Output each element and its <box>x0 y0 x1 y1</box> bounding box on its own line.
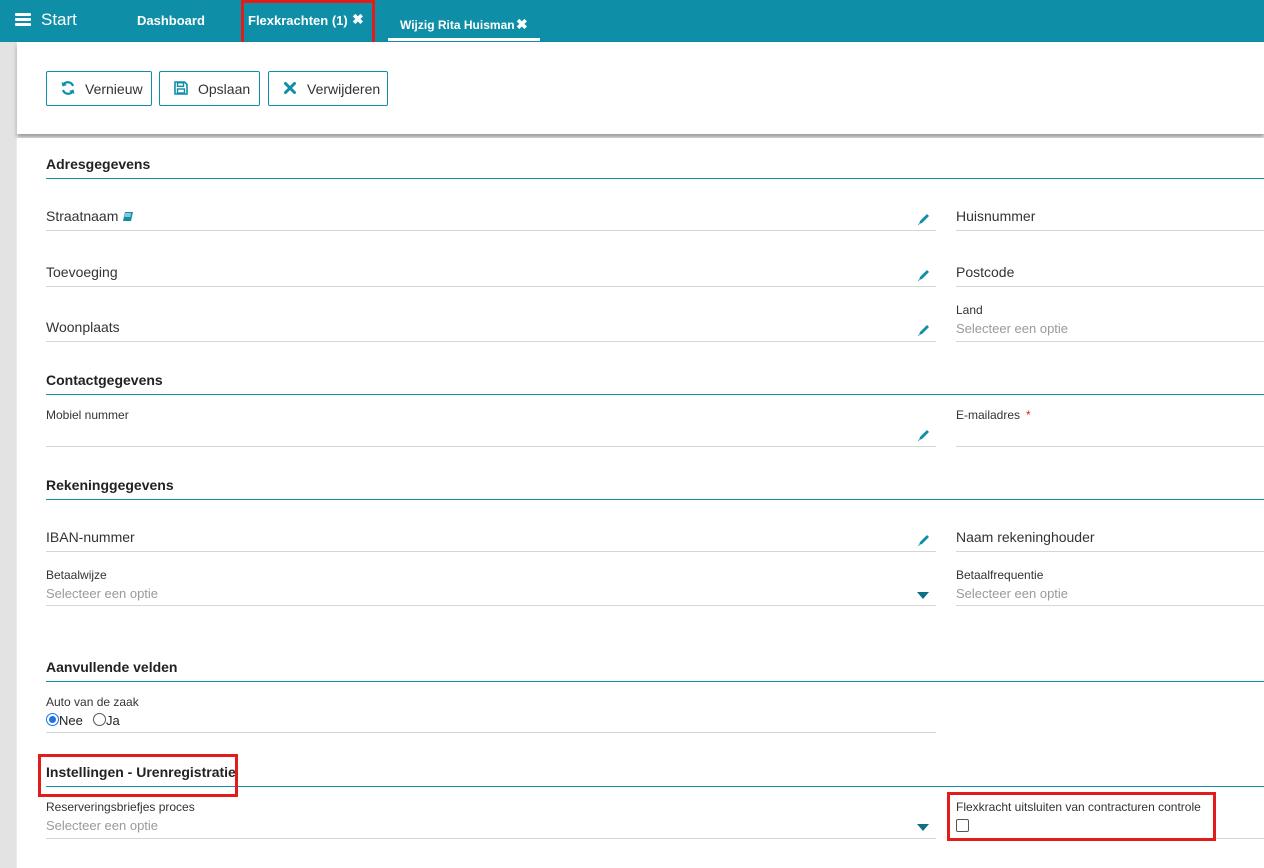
radio-ja[interactable] <box>93 713 106 726</box>
section-divider <box>46 499 1264 500</box>
postcode-underline <box>956 286 1264 287</box>
section-title-adresgegevens: Adresgegevens <box>46 156 151 172</box>
uitsluiten-underline <box>956 838 1264 839</box>
left-gutter <box>0 42 16 868</box>
betaalfrequentie-underline <box>956 605 1264 606</box>
betaalwijze-label: Betaalwijze <box>46 568 107 582</box>
email-underline <box>956 446 1264 447</box>
save-button[interactable]: Opslaan <box>159 71 260 106</box>
radio-nee-label: Nee <box>59 713 83 728</box>
refresh-button[interactable]: Vernieuw <box>46 71 152 106</box>
top-navigation-bar: Start Dashboard Flexkrachten (1) ✖ Wijzi… <box>0 0 1264 42</box>
radio-nee[interactable] <box>46 713 59 726</box>
huisnummer-underline <box>956 230 1264 231</box>
betaalwijze-select[interactable]: Selecteer een optie <box>46 586 158 601</box>
tab-flexkrachten[interactable]: Flexkrachten (1) ✖ <box>248 0 368 42</box>
book-icon[interactable] <box>122 211 134 222</box>
betaalwijze-underline <box>46 605 936 606</box>
tab-wijzig-label: Wijzig Rita Huisman <box>400 18 515 32</box>
section-divider <box>46 394 1264 395</box>
section-divider <box>46 681 1264 682</box>
land-select[interactable]: Selecteer een optie <box>956 321 1068 336</box>
section-title-aanvullende-velden: Aanvullende velden <box>46 659 178 675</box>
email-label-text: E-mailadres <box>956 408 1021 422</box>
tab-dashboard-label: Dashboard <box>137 13 205 28</box>
tab-dashboard[interactable]: Dashboard <box>137 0 207 42</box>
section-title-contactgegevens: Contactgegevens <box>46 372 163 388</box>
pencil-icon[interactable] <box>917 323 931 337</box>
close-icon <box>284 82 296 94</box>
naam-rekeninghouder-label[interactable]: Naam rekeninghouder <box>956 529 1095 545</box>
iban-underline <box>46 551 936 552</box>
tab-wijzig-rita-huisman[interactable]: Wijzig Rita Huisman ✖ <box>388 0 540 42</box>
mobiel-underline <box>46 446 936 447</box>
reserveringsbriefjes-underline <box>46 838 936 839</box>
land-underline <box>956 341 1264 342</box>
save-icon <box>174 81 188 95</box>
delete-button-label: Verwijderen <box>307 81 381 97</box>
straatnaam-field[interactable]: Straatnaam <box>46 208 134 224</box>
action-toolbar: Vernieuw Opslaan Verwijderen <box>17 42 1264 134</box>
active-tab-indicator <box>388 38 540 41</box>
close-icon[interactable]: ✖ <box>516 16 528 33</box>
iban-label[interactable]: IBAN-nummer <box>46 529 135 545</box>
section-title-instellingen-urenregistratie: Instellingen - Urenregistratie <box>46 764 236 780</box>
toevoeging-underline <box>46 286 936 287</box>
radio-ja-label: Ja <box>106 713 120 728</box>
delete-button[interactable]: Verwijderen <box>268 71 388 106</box>
straatnaam-label: Straatnaam <box>46 208 119 224</box>
section-title-rekeninggegevens: Rekeninggegevens <box>46 477 174 493</box>
naam-rekeninghouder-underline <box>956 551 1264 552</box>
reserveringsbriefjes-select[interactable]: Selecteer een optie <box>46 818 158 833</box>
postcode-label[interactable]: Postcode <box>956 264 1014 280</box>
close-icon[interactable]: ✖ <box>352 11 364 28</box>
form-panel <box>17 138 1264 868</box>
pencil-icon[interactable] <box>917 212 931 226</box>
auto-van-de-zaak-label: Auto van de zaak <box>46 695 139 709</box>
straatnaam-underline <box>46 230 936 231</box>
email-input[interactable] <box>956 424 1264 444</box>
land-label: Land <box>956 303 983 317</box>
pencil-icon[interactable] <box>917 428 931 442</box>
mobiel-nummer-label: Mobiel nummer <box>46 408 129 422</box>
uitsluiten-contracturen-checkbox[interactable] <box>956 819 969 832</box>
start-menu-label: Start <box>41 10 77 29</box>
hamburger-icon <box>15 13 31 27</box>
pencil-icon[interactable] <box>917 268 931 282</box>
section-divider <box>46 178 1264 179</box>
refresh-button-label: Vernieuw <box>85 81 143 97</box>
chevron-down-icon[interactable] <box>917 592 929 599</box>
start-menu-button[interactable]: Start <box>15 10 85 31</box>
save-button-label: Opslaan <box>198 81 251 97</box>
mobiel-nummer-input[interactable] <box>46 424 906 444</box>
chevron-down-icon[interactable] <box>917 824 929 831</box>
huisnummer-label[interactable]: Huisnummer <box>956 208 1035 224</box>
woonplaats-underline <box>46 341 936 342</box>
section-divider <box>46 786 1264 787</box>
woonplaats-label[interactable]: Woonplaats <box>46 319 120 335</box>
reserveringsbriefjes-label: Reserveringsbriefjes proces <box>46 800 195 814</box>
auto-underline <box>46 732 936 733</box>
uitsluiten-contracturen-label: Flexkracht uitsluiten van contracturen c… <box>956 800 1201 814</box>
refresh-icon <box>61 81 75 95</box>
toevoeging-label[interactable]: Toevoeging <box>46 264 118 280</box>
betaalfrequentie-label: Betaalfrequentie <box>956 568 1044 582</box>
tab-flexkrachten-label: Flexkrachten (1) <box>248 13 348 28</box>
email-label: E-mailadres * <box>956 408 1031 422</box>
required-asterisk: * <box>1026 408 1031 422</box>
pencil-icon[interactable] <box>917 533 931 547</box>
betaalfrequentie-select[interactable]: Selecteer een optie <box>956 586 1068 601</box>
